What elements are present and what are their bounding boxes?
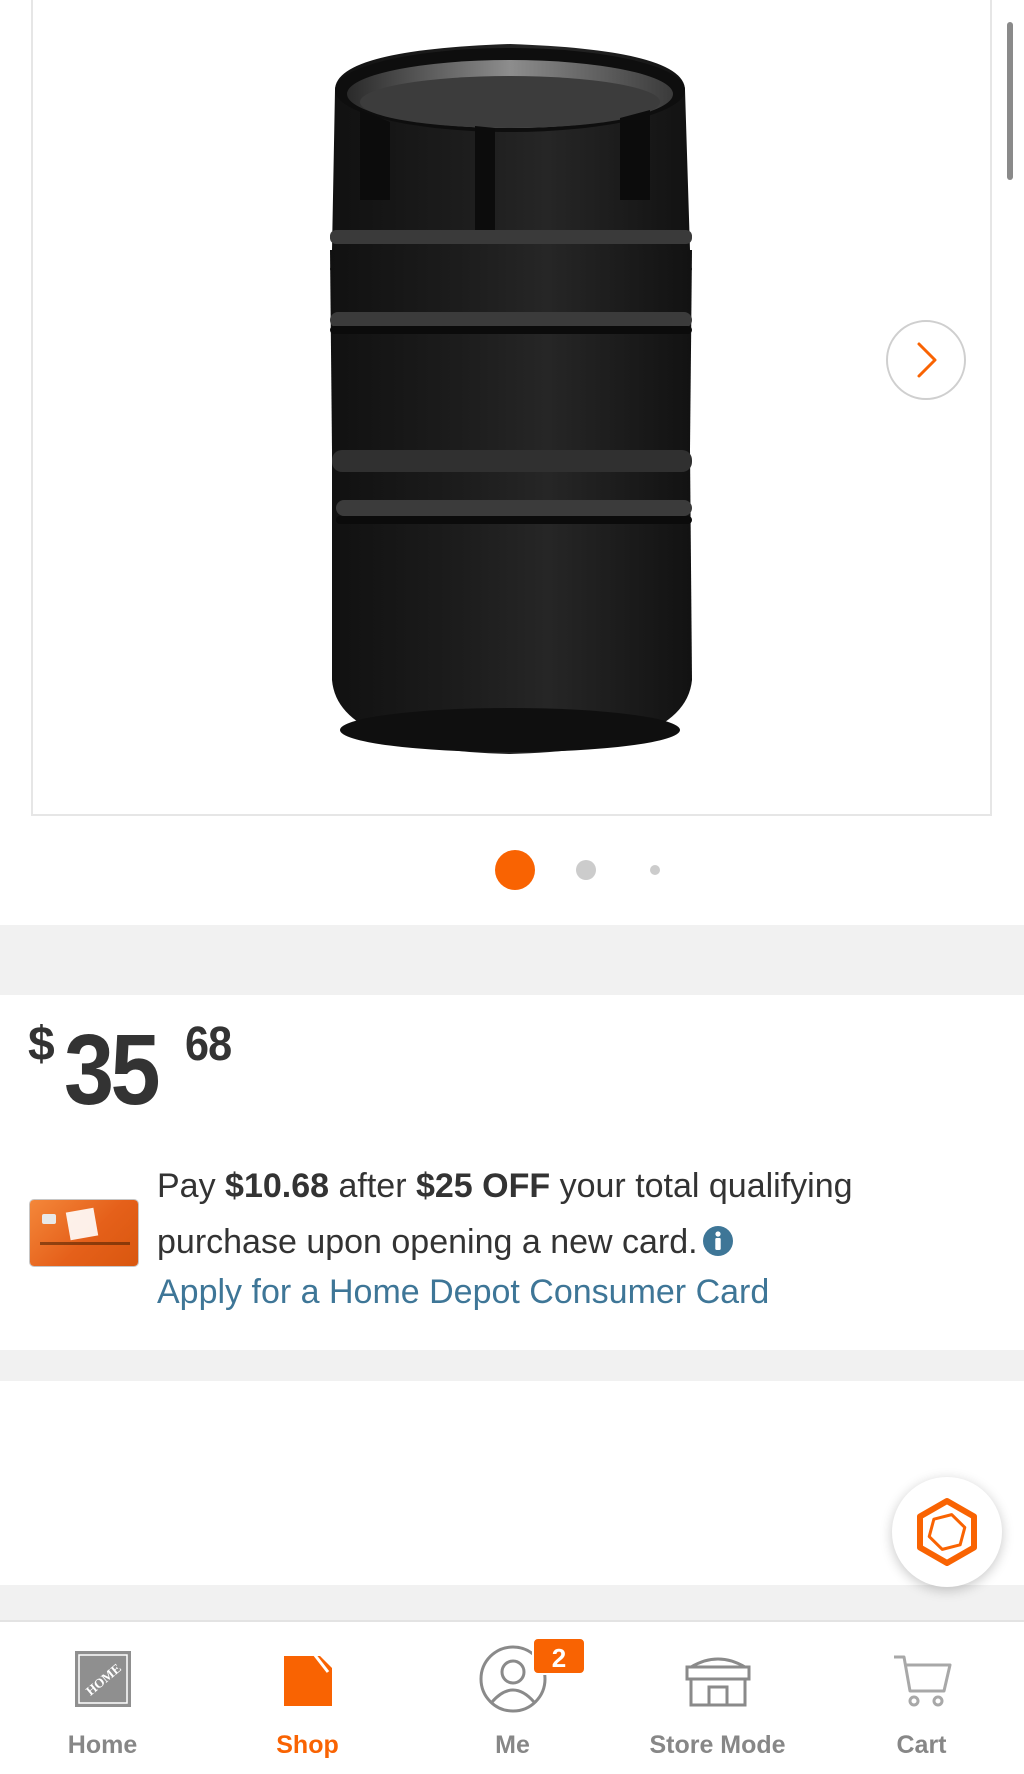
credit-card-image bbox=[30, 1200, 138, 1266]
product-image-gallery[interactable] bbox=[0, 0, 1024, 925]
section-divider bbox=[0, 1350, 1024, 1381]
price-section: $ 35 68 Pay $10.68 after $25 OFF your to… bbox=[0, 995, 1024, 1350]
tab-home-label: Home bbox=[67, 1731, 138, 1759]
tab-store-mode[interactable]: Store Mode bbox=[615, 1622, 820, 1774]
tab-me-label: Me bbox=[495, 1731, 530, 1759]
card-number bbox=[40, 1242, 130, 1245]
bottom-tab-bar: HOME Home Shop Me Store Mode Cart bbox=[0, 1620, 1024, 1774]
next-image-button[interactable] bbox=[886, 320, 966, 400]
price-currency: $ bbox=[28, 1018, 55, 1071]
tab-shop-label: Shop bbox=[276, 1731, 339, 1759]
section-divider bbox=[0, 925, 1024, 995]
tab-store-mode-label: Store Mode bbox=[649, 1731, 786, 1759]
pagination-dot-3[interactable] bbox=[650, 865, 660, 875]
image-pagination bbox=[0, 848, 1024, 892]
section-divider bbox=[0, 1585, 1024, 1620]
tab-cart-label: Cart bbox=[896, 1731, 947, 1759]
store-icon bbox=[673, 1642, 763, 1716]
chevron-right-icon bbox=[917, 342, 937, 378]
card-chip bbox=[42, 1214, 56, 1224]
cart-icon bbox=[877, 1642, 967, 1716]
promo-amount: $10.68 bbox=[225, 1167, 330, 1205]
price-cents: 68 bbox=[185, 1018, 232, 1071]
promo-discount: $25 OFF bbox=[415, 1167, 551, 1205]
shop-tag-icon bbox=[263, 1642, 353, 1716]
home-depot-logo-icon: HOME bbox=[58, 1642, 148, 1716]
info-icon[interactable] bbox=[702, 1225, 734, 1257]
tab-shop[interactable]: Shop bbox=[205, 1622, 410, 1774]
content-placeholder bbox=[0, 1381, 1024, 1585]
notification-badge: 2 bbox=[532, 1637, 586, 1675]
product-image[interactable] bbox=[290, 30, 730, 760]
chat-assistant-button[interactable] bbox=[892, 1477, 1002, 1587]
pagination-dot-1[interactable] bbox=[495, 850, 535, 890]
tab-home[interactable]: HOME Home bbox=[0, 1622, 205, 1774]
tab-cart[interactable]: Cart bbox=[819, 1622, 1024, 1774]
card-promo-text: Pay $10.68 after $25 OFF your total qual… bbox=[157, 1167, 853, 1261]
home-depot-logo-icon bbox=[65, 1207, 99, 1241]
price-dollars: 35 bbox=[64, 1014, 161, 1126]
pagination-dot-2[interactable] bbox=[576, 860, 596, 880]
scrollbar[interactable] bbox=[1007, 22, 1013, 180]
hexagon-chat-icon bbox=[917, 1498, 977, 1566]
apply-card-link[interactable]: Apply for a Home Depot Consumer Card bbox=[157, 1266, 769, 1318]
